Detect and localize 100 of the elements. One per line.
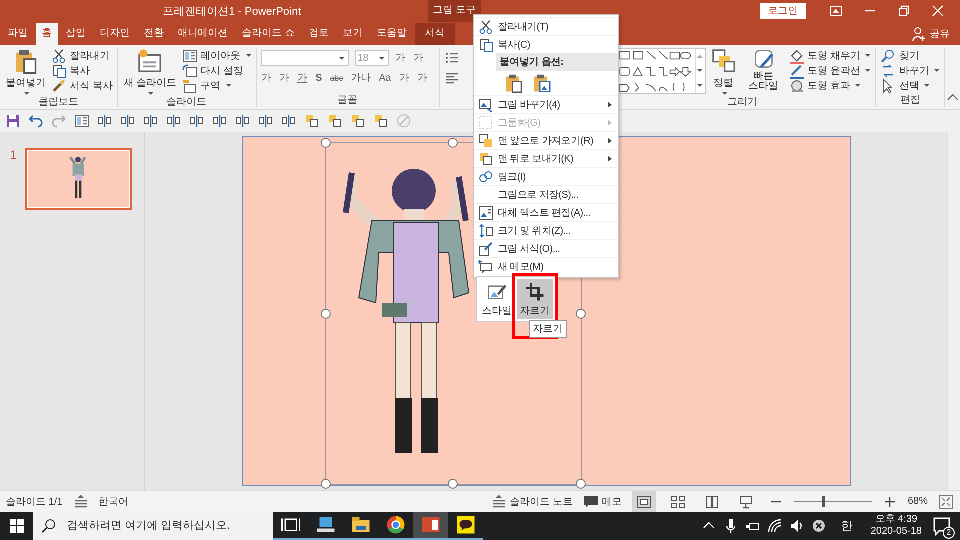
- taskbar-search-field[interactable]: 검색하려면 여기에 입력하십시오.: [65, 519, 273, 533]
- menu-item[interactable]: 그림 서식(O)...: [498, 242, 618, 256]
- fit-icon[interactable]: [938, 494, 954, 510]
- align-icon[interactable]: [235, 113, 251, 129]
- restore-icon[interactable]: [896, 3, 912, 19]
- input-method-indicator[interactable]: 한: [840, 518, 853, 534]
- shape-effects-button[interactable]: 도형 효과: [788, 78, 872, 93]
- resize-handle[interactable]: [448, 479, 458, 489]
- shadow-button[interactable]: S: [314, 72, 324, 84]
- align-icon[interactable]: [189, 113, 205, 129]
- zoom-percentage[interactable]: 68%: [908, 496, 928, 507]
- paste-as-picture-icon[interactable]: [532, 73, 552, 93]
- layout-button[interactable]: 레이아웃: [182, 48, 252, 63]
- align-icon[interactable]: [97, 113, 113, 129]
- new-slide-button[interactable]: 새 슬라이드: [122, 48, 179, 95]
- section-button[interactable]: 구역: [182, 78, 252, 93]
- menu-item[interactable]: 새 메모(M): [498, 260, 618, 274]
- layers-icon[interactable]: [304, 113, 320, 129]
- strikethrough-button[interactable]: abc: [329, 74, 344, 82]
- change-case-button[interactable]: Aa: [378, 72, 392, 84]
- resize-handle[interactable]: [320, 138, 330, 148]
- find-button[interactable]: 찾기: [880, 48, 940, 63]
- reset-button[interactable]: 다시 설정: [182, 63, 252, 78]
- align-icon[interactable]: [258, 113, 274, 129]
- taskbar-search-box[interactable]: 검색하려면 여기에 입력하십시오.: [33, 512, 273, 540]
- ribbon-display-icon[interactable]: [828, 3, 844, 19]
- resize-handle[interactable]: [448, 138, 458, 148]
- notes-button[interactable]: 슬라이드 노트: [491, 494, 573, 510]
- menu-item[interactable]: 링크(I): [498, 170, 618, 184]
- shape-fill-button[interactable]: 도형 채우기: [788, 48, 872, 63]
- spacing-button[interactable]: 가나: [350, 71, 372, 85]
- highlight-button[interactable]: 가: [398, 71, 410, 85]
- speaker-icon[interactable]: [788, 518, 805, 534]
- ribbon-tab[interactable]: 도움말: [370, 23, 413, 45]
- quick-styles-button[interactable]: 빠른 스타일: [742, 48, 786, 95]
- layers-icon[interactable]: [327, 113, 343, 129]
- menu-item[interactable]: 그림 바꾸기(4): [498, 98, 608, 112]
- close-icon[interactable]: [930, 3, 946, 19]
- normal-view-button[interactable]: [632, 490, 656, 512]
- layers-icon[interactable]: [373, 113, 389, 129]
- ribbon-tab[interactable]: 삽입: [60, 23, 92, 45]
- style-button[interactable]: 스타일: [479, 279, 515, 319]
- align-icon[interactable]: [166, 113, 182, 129]
- ribbon-tab[interactable]: 검토: [302, 23, 335, 45]
- paste-keep-formatting-icon[interactable]: [504, 73, 524, 93]
- align-icon[interactable]: [143, 113, 159, 129]
- cut-button[interactable]: 잘라내기: [51, 48, 113, 63]
- resize-handle[interactable]: [320, 308, 330, 318]
- ribbon-tab[interactable]: 홈: [36, 23, 58, 45]
- format-painter-button[interactable]: 서식 복사: [51, 78, 113, 93]
- notification-icon[interactable]: [932, 516, 952, 536]
- zoom-slider-thumb[interactable]: [822, 496, 825, 507]
- presentation-taskbar-button[interactable]: [413, 512, 448, 540]
- ribbon-tab[interactable]: 전환: [138, 23, 170, 45]
- arrange-button[interactable]: 정렬: [708, 48, 739, 95]
- crop-button[interactable]: 자르기: [517, 279, 553, 319]
- ribbon-tab[interactable]: 파일: [2, 23, 34, 45]
- login-button[interactable]: 로그인: [760, 3, 806, 19]
- comments-button[interactable]: 메모: [582, 494, 622, 510]
- menu-item[interactable]: 맨 앞으로 가져오기(R): [498, 134, 608, 148]
- menu-item[interactable]: 대체 텍스트 편집(A)...: [498, 206, 618, 220]
- ribbon-tab[interactable]: 보기: [336, 23, 369, 45]
- undo-icon[interactable]: [28, 113, 44, 129]
- save-icon[interactable]: [5, 113, 21, 129]
- menu-item[interactable]: 잘라내기(T): [498, 20, 618, 34]
- menu-item[interactable]: 맨 뒤로 보내기(K): [498, 152, 608, 166]
- align-icon[interactable]: [120, 113, 136, 129]
- copy-button[interactable]: 복사: [51, 63, 113, 78]
- replace-button[interactable]: 바꾸기: [880, 63, 940, 78]
- align-icon[interactable]: [281, 113, 297, 129]
- italic-button[interactable]: 가: [278, 71, 291, 85]
- error-circle-icon[interactable]: [810, 518, 827, 534]
- shape-outline-button[interactable]: 도형 윤곽선: [788, 63, 872, 78]
- underline-button[interactable]: 가: [296, 71, 309, 85]
- menu-item[interactable]: 그림으로 저장(S)...: [498, 188, 618, 202]
- share-button[interactable]: 공유: [911, 23, 950, 45]
- paste-button[interactable]: 붙여넣기: [4, 48, 48, 95]
- select-button[interactable]: 선택: [880, 78, 940, 93]
- shrink-font-button[interactable]: 가: [412, 51, 425, 65]
- resize-handle[interactable]: [320, 479, 330, 489]
- bullets-icon[interactable]: [444, 50, 460, 66]
- resize-handle[interactable]: [576, 308, 586, 318]
- scissors-icon: [478, 18, 494, 34]
- ribbon-tab[interactable]: 슬라이드 쇼: [236, 23, 301, 45]
- menu-item[interactable]: 크기 및 위치(Z)...: [498, 224, 618, 238]
- grow-font-button[interactable]: 가: [394, 51, 407, 65]
- font-name-field[interactable]: [260, 50, 349, 66]
- slide-thumbnail[interactable]: [24, 148, 132, 210]
- ribbon-tab[interactable]: 애니메이션: [172, 23, 234, 45]
- layers-icon[interactable]: [350, 113, 366, 129]
- ribbon-tab[interactable]: 디자인: [94, 23, 136, 45]
- align-icon[interactable]: [212, 113, 228, 129]
- layout-icon[interactable]: [74, 113, 90, 129]
- ribbon-tab[interactable]: 서식: [414, 23, 455, 45]
- send-backward-icon: [478, 150, 494, 166]
- font-color-button[interactable]: 가: [416, 71, 428, 85]
- wifi-icon[interactable]: [766, 518, 783, 534]
- resize-handle[interactable]: [576, 479, 586, 489]
- bold-button[interactable]: 가: [260, 71, 273, 85]
- menu-item[interactable]: 복사(C): [498, 38, 618, 52]
